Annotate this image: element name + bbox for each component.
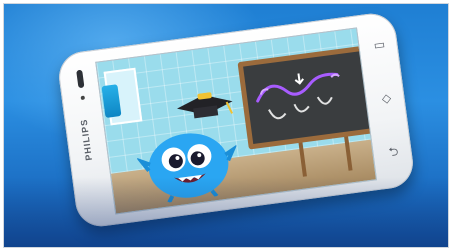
home-key-icon[interactable]: ◇ xyxy=(377,89,395,107)
menu-key-icon[interactable]: ▭ xyxy=(370,36,388,54)
blue-monster-character xyxy=(135,133,238,204)
promo-background: PHILIPS ▭ ◇ ⮌ xyxy=(3,3,449,248)
chalkboard xyxy=(237,45,376,150)
smartphone: PHILIPS ▭ ◇ ⮌ xyxy=(55,10,417,230)
back-key-icon[interactable]: ⮌ xyxy=(385,143,403,161)
chalk-doodle xyxy=(256,72,340,120)
phone-screen[interactable] xyxy=(95,27,378,215)
